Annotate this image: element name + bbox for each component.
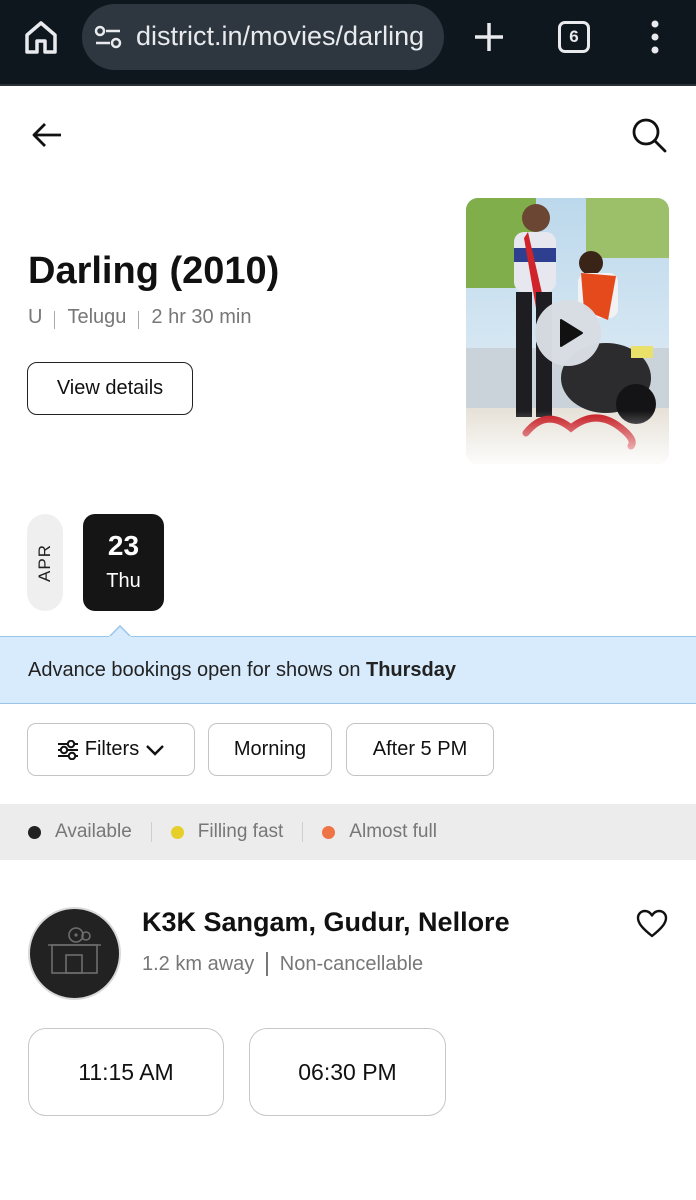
browser-toolbar: district.in/movies/darling 6 xyxy=(0,0,696,86)
filters-button[interactable]: Filters xyxy=(27,723,195,776)
legend-dot xyxy=(322,825,336,839)
legend-available: Available xyxy=(28,821,132,843)
banner-text: Advance bookings open for shows on Thurs… xyxy=(28,659,457,681)
banner-day: Thursday xyxy=(366,659,457,681)
date-selected[interactable]: 23 Thu xyxy=(83,514,164,611)
cinema-name[interactable]: K3K Sangam, Gudur, Nellore xyxy=(142,907,510,938)
sliders-icon xyxy=(57,739,78,760)
movie-meta: U Telugu 2 hr 30 min xyxy=(28,306,251,329)
showtime-button[interactable]: 06:30 PM xyxy=(249,1028,446,1116)
showtime-button[interactable]: 11:15 AM xyxy=(28,1028,224,1116)
date-day: 23 xyxy=(107,530,140,561)
divider xyxy=(266,952,268,976)
morning-filter-chip[interactable]: Morning xyxy=(208,723,332,776)
heart-icon[interactable] xyxy=(636,909,668,939)
divider xyxy=(138,310,140,329)
availability-legend: Available Filling fast Almost full xyxy=(0,804,696,860)
divider xyxy=(54,310,56,329)
new-tab-plus-icon[interactable] xyxy=(472,20,506,54)
search-icon[interactable] xyxy=(628,114,670,156)
movie-title: Darling (2010) xyxy=(28,250,280,292)
filters-label: Filters xyxy=(84,738,140,760)
banner-pointer xyxy=(109,625,131,637)
after-5pm-filter-chip[interactable]: After 5 PM xyxy=(346,723,494,776)
cinema-distance: 1.2 km away xyxy=(142,952,255,975)
play-icon[interactable] xyxy=(535,300,601,366)
back-arrow-icon[interactable] xyxy=(28,116,66,154)
divider xyxy=(150,822,152,842)
legend-dot xyxy=(28,825,41,839)
date-weekday: Thu xyxy=(106,570,141,592)
divider xyxy=(302,822,304,842)
advance-booking-banner: Advance bookings open for shows on Thurs… xyxy=(0,625,696,704)
home-icon[interactable] xyxy=(22,18,60,56)
legend-filling-fast: Filling fast xyxy=(170,821,283,843)
month-label: APR xyxy=(27,514,63,611)
site-settings-icon[interactable] xyxy=(94,25,124,49)
view-details-button[interactable]: View details xyxy=(27,362,193,415)
url-text[interactable]: district.in/movies/darling xyxy=(136,21,424,52)
cinema-policy: Non-cancellable xyxy=(279,952,424,975)
cinema-meta: 1.2 km away Non-cancellable xyxy=(142,952,423,976)
more-vert-icon[interactable] xyxy=(646,20,664,54)
movie-rating: U xyxy=(28,306,43,328)
cinema-logo xyxy=(28,907,121,1000)
tab-switcher-icon[interactable]: 6 xyxy=(558,21,590,53)
address-bar[interactable]: district.in/movies/darling xyxy=(82,4,444,70)
movie-duration: 2 hr 30 min xyxy=(151,306,252,328)
theatre-icon xyxy=(48,927,101,974)
legend-almost-full: Almost full xyxy=(322,821,437,843)
movie-language: Telugu xyxy=(67,306,127,328)
chevron-down-icon xyxy=(146,744,165,756)
legend-dot xyxy=(170,825,184,839)
